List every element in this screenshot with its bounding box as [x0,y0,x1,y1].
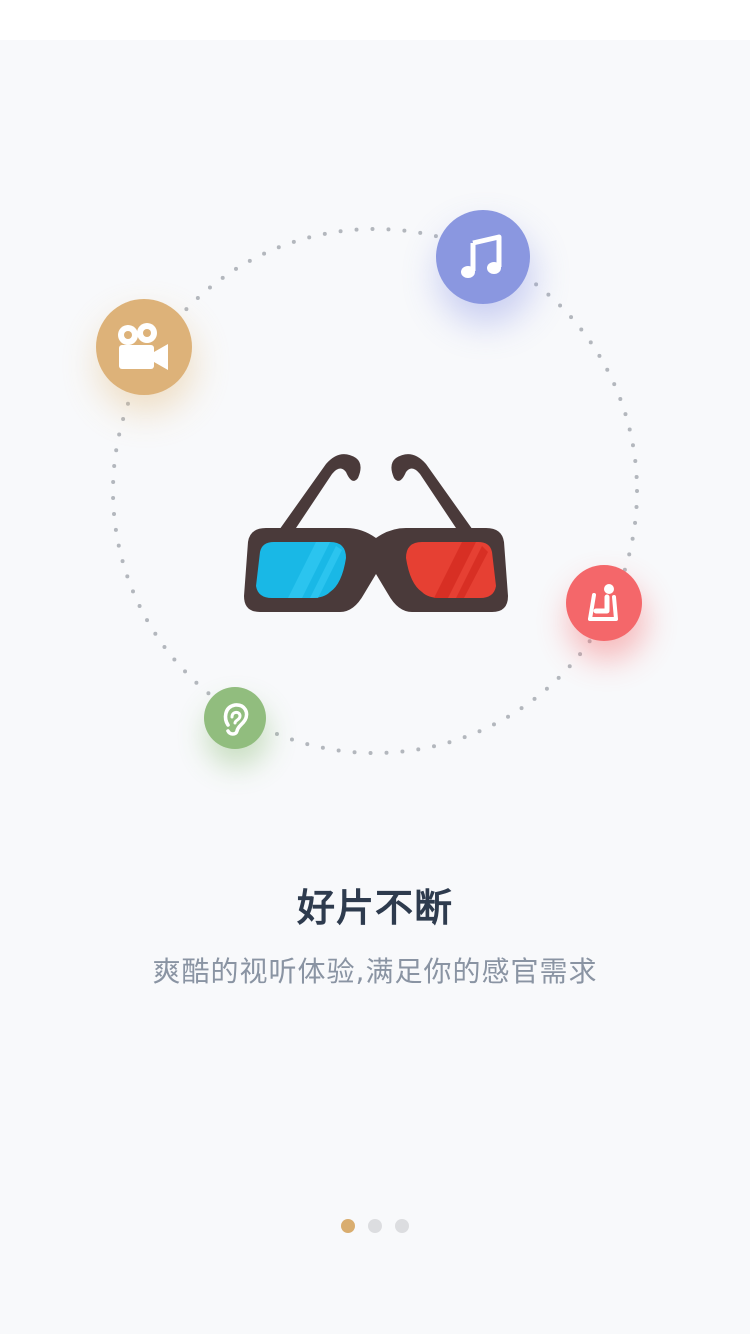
page-dot-3[interactable] [395,1219,409,1233]
ear-icon [204,687,266,749]
movie-camera-icon [96,299,192,395]
onboarding-screen[interactable]: 好片不断 爽酷的视听体验,满足你的感官需求 [0,40,750,1334]
3d-glasses-icon [244,454,508,612]
page-dot-1[interactable] [341,1219,355,1233]
music-note-icon [436,210,530,304]
page-indicator [0,1219,750,1235]
page-title: 好片不断 [296,886,453,930]
page-subtitle: 爽酷的视听体验,满足你的感官需求 [152,955,598,988]
cinema-seat-icon [566,565,642,641]
status-bar [0,0,750,40]
page-dot-2[interactable] [368,1219,382,1233]
